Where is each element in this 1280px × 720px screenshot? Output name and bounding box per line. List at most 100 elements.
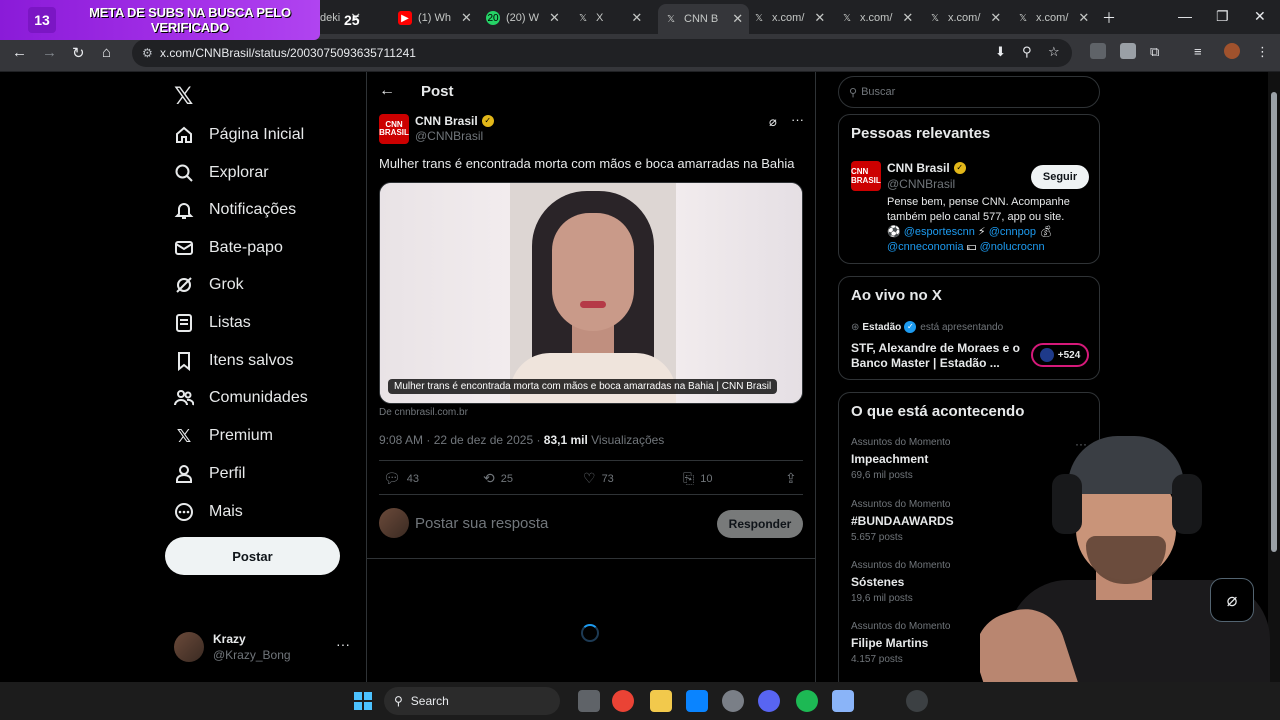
- live-listeners-badge[interactable]: +524: [1031, 343, 1089, 367]
- sidebar-item-explore[interactable]: Explorar: [174, 158, 269, 188]
- url-text[interactable]: x.com/CNNBrasil/status/20030750936357112…: [160, 46, 416, 60]
- address-bar[interactable]: ⚙ x.com/CNNBrasil/status/200307509363571…: [132, 39, 1072, 67]
- reload-icon[interactable]: ↻: [72, 44, 85, 62]
- close-icon[interactable]: ✕: [990, 10, 1001, 26]
- link-source[interactable]: De cnnbrasil.com.br: [379, 407, 468, 418]
- reply-action[interactable]: 💬︎ 43: [383, 470, 419, 487]
- minimize-icon[interactable]: —: [1178, 8, 1192, 24]
- share-action[interactable]: ⇪: [785, 470, 803, 487]
- bookmark-action[interactable]: ⎘ 10: [683, 470, 712, 487]
- task-view-icon[interactable]: [578, 690, 600, 712]
- notepad-icon[interactable]: [832, 690, 854, 712]
- divider: [379, 494, 803, 495]
- windows-start-icon[interactable]: [352, 690, 374, 712]
- install-icon[interactable]: ⬇: [995, 44, 1006, 60]
- tab-x-com-1[interactable]: 𝕏 x.com/ ✕: [752, 6, 825, 30]
- back-icon[interactable]: ←: [12, 44, 27, 61]
- post-media-card[interactable]: Mulher trans é encontrada morta com mãos…: [379, 182, 803, 404]
- search-input[interactable]: [861, 86, 1082, 98]
- profile-avatar-icon[interactable]: [1224, 43, 1240, 59]
- trend-item[interactable]: Assuntos do Momento Impeachment 69,6 mil…: [851, 437, 951, 481]
- store-icon[interactable]: [686, 690, 708, 712]
- search-box[interactable]: ⚲: [838, 76, 1100, 108]
- author-handle[interactable]: @CNNBrasil: [415, 129, 483, 143]
- settings-gear-icon[interactable]: [722, 690, 744, 712]
- spotify-icon[interactable]: [796, 690, 818, 712]
- relevant-handle[interactable]: @CNNBrasil: [887, 177, 955, 191]
- search-icon: [174, 163, 194, 183]
- sidebar-item-notifications[interactable]: Notificações: [174, 195, 296, 225]
- tab-whatsapp[interactable]: 20 (20) W ✕: [486, 6, 560, 30]
- obs-icon[interactable]: [906, 690, 928, 712]
- close-icon[interactable]: ✕: [631, 10, 642, 26]
- site-info-icon[interactable]: ⚙: [142, 46, 160, 60]
- sidebar-item-bookmarks[interactable]: Itens salvos: [174, 346, 293, 376]
- tab-x-com-4[interactable]: 𝕏 x.com/ ✕: [1016, 6, 1089, 30]
- author-name-row[interactable]: CNN Brasil ✓: [415, 114, 494, 128]
- trend-item[interactable]: Assuntos do Momento #BUNDAAWARDS 5.657 p…: [851, 499, 954, 543]
- file-explorer-icon[interactable]: [650, 690, 672, 712]
- close-icon[interactable]: ✕: [549, 10, 560, 26]
- repost-action[interactable]: ⟲ 25: [483, 470, 513, 487]
- zoom-icon[interactable]: ⚲: [1022, 44, 1032, 60]
- bookmark-star-icon[interactable]: ☆: [1048, 44, 1060, 60]
- sidebar-item-more[interactable]: Mais: [174, 497, 243, 527]
- more-dots-icon[interactable]: ···: [791, 112, 804, 127]
- sidebar-item-communities[interactable]: Comunidades: [174, 383, 308, 413]
- x-logo-icon[interactable]: 𝕏: [174, 82, 193, 111]
- taskbar-search[interactable]: ⚲ Search: [384, 687, 560, 715]
- sidebar-item-grok[interactable]: Grok: [174, 270, 244, 300]
- tab-cnn-active[interactable]: 𝕏 CNN B ✕: [658, 4, 750, 34]
- close-icon[interactable]: ✕: [902, 10, 913, 26]
- author-avatar[interactable]: CNN BRASIL: [379, 114, 409, 144]
- grok-icon[interactable]: ⌀: [769, 114, 777, 130]
- live-host-row[interactable]: ⊛ Estadão ✓ está apresentando: [851, 321, 1003, 333]
- sidebar-item-home[interactable]: Página Inicial: [174, 120, 304, 150]
- tab-x-com-2[interactable]: 𝕏 x.com/ ✕: [840, 6, 913, 30]
- back-arrow-icon[interactable]: ←: [379, 82, 395, 100]
- follow-button[interactable]: Seguir: [1031, 165, 1089, 189]
- reply-input[interactable]: [415, 512, 695, 534]
- forward-icon[interactable]: →: [42, 44, 57, 61]
- live-title[interactable]: STF, Alexandre de Moraes e o Banco Maste…: [851, 341, 1021, 371]
- trend-item[interactable]: Assuntos do Momento Filipe Martins 4.157…: [851, 621, 951, 665]
- tab-youtube[interactable]: ▶ (1) Wh ✕: [398, 6, 472, 30]
- author-avatar[interactable]: CNN BRASIL: [851, 161, 881, 191]
- relevant-name-row[interactable]: CNN Brasil ✓: [887, 161, 966, 175]
- bio-link[interactable]: @nolucrocnn: [980, 241, 1045, 253]
- extensions-puzzle-icon[interactable]: ⧉: [1150, 44, 1159, 60]
- restore-icon[interactable]: ❐: [1216, 8, 1229, 25]
- bio-link[interactable]: @esportescnn: [904, 226, 975, 238]
- extension-icon[interactable]: [1120, 43, 1136, 59]
- scrollbar-thumb[interactable]: [1271, 92, 1277, 552]
- account-switcher[interactable]: Krazy @Krazy_Bong ···: [174, 630, 354, 666]
- window-close-icon[interactable]: ✕: [1254, 8, 1266, 25]
- sidebar-item-chat[interactable]: Bate-papo: [174, 233, 283, 263]
- post-timestamp[interactable]: 9:08 AM · 22 de dez de 2025 ·: [379, 433, 544, 447]
- close-icon[interactable]: ✕: [814, 10, 825, 26]
- media-control-icon[interactable]: ≡: [1194, 44, 1202, 59]
- sidebar-item-profile[interactable]: Perfil: [174, 459, 245, 489]
- close-icon[interactable]: ✕: [461, 10, 472, 26]
- close-icon[interactable]: ✕: [732, 11, 743, 27]
- post-button[interactable]: Postar: [165, 537, 340, 575]
- extension-icon[interactable]: [1090, 43, 1106, 59]
- chrome-icon[interactable]: [612, 690, 634, 712]
- trend-item[interactable]: Assuntos do Momento Sóstenes 19,6 mil po…: [851, 560, 951, 604]
- bio-link[interactable]: @cnneconomia: [887, 241, 964, 253]
- tab-x[interactable]: 𝕏 X ✕: [576, 6, 642, 30]
- grok-floating-button[interactable]: ⌀: [1210, 578, 1254, 622]
- close-icon[interactable]: ✕: [1078, 10, 1089, 26]
- new-tab-icon[interactable]: ＋: [1102, 8, 1116, 28]
- like-action[interactable]: ♡ 73: [583, 470, 614, 487]
- reply-button[interactable]: Responder: [717, 510, 803, 538]
- browser-menu-icon[interactable]: ⋮: [1256, 44, 1269, 60]
- tab-x-com-3[interactable]: 𝕏 x.com/ ✕: [928, 6, 1001, 30]
- sidebar-item-lists[interactable]: Listas: [174, 308, 251, 338]
- bio-link[interactable]: @cnnpop: [989, 226, 1036, 238]
- more-dots-icon[interactable]: ···: [336, 636, 350, 652]
- lightning-emoji-icon: ⚡: [977, 226, 986, 238]
- sidebar-item-premium[interactable]: 𝕏 Premium: [174, 421, 273, 451]
- discord-icon[interactable]: [758, 690, 780, 712]
- home-icon[interactable]: ⌂: [102, 44, 111, 61]
